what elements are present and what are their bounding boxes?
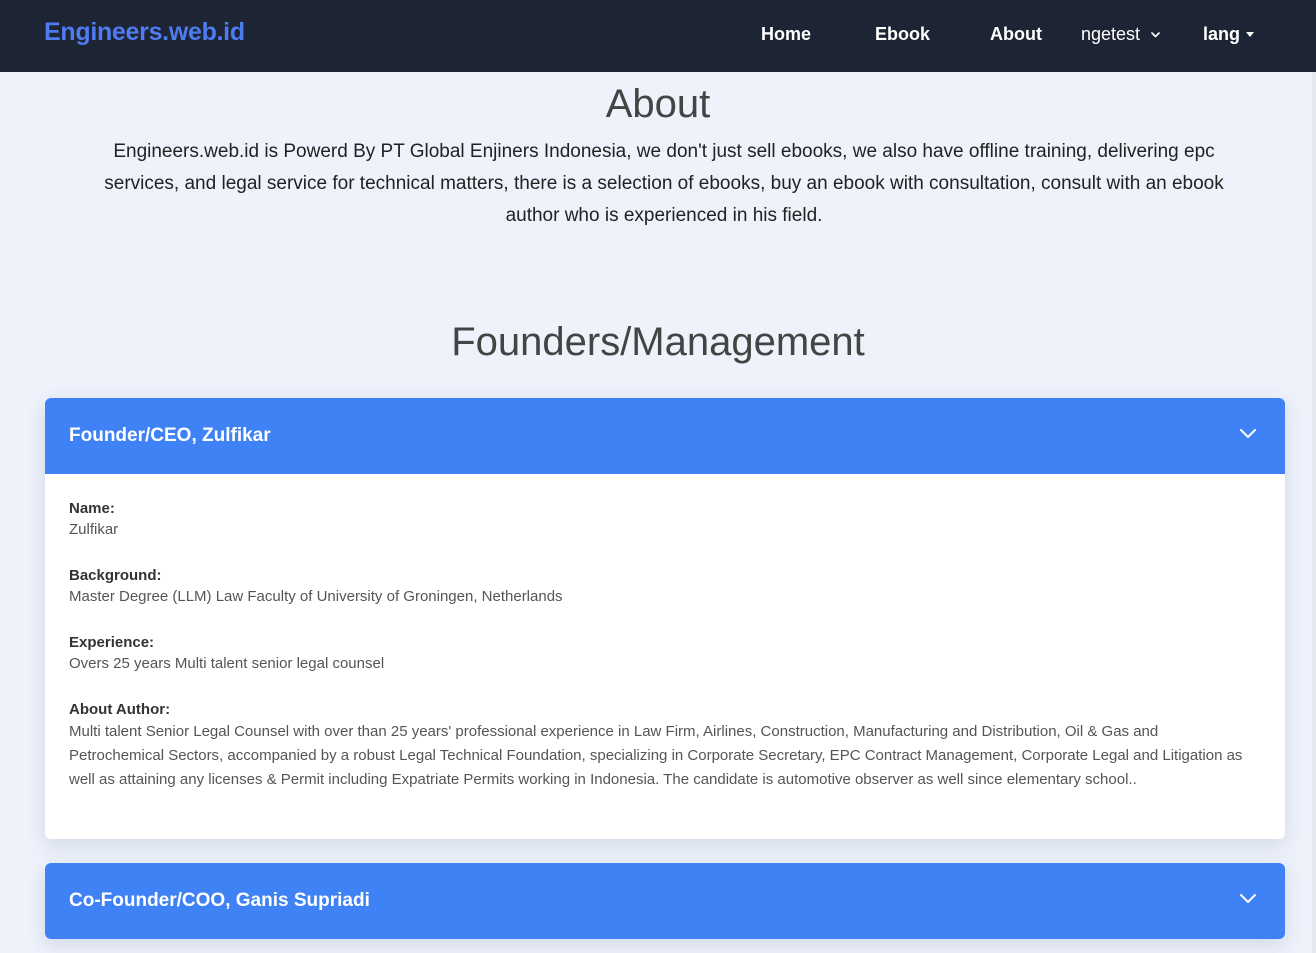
caret-down-icon (1246, 32, 1255, 37)
chevron-down-icon (1240, 429, 1256, 438)
founder-card-ceo: Founder/CEO, Zulfikar Name: Zulfikar Bac… (45, 398, 1285, 839)
founders-title: Founders/Management (451, 320, 865, 364)
about-title: About (605, 82, 711, 126)
user-dropdown-label: ngetest (1081, 24, 1141, 44)
name-label: Name: (69, 500, 115, 517)
brand-logo-link[interactable]: Engineers.web.id (44, 18, 245, 47)
lang-dropdown-label: lang (1203, 24, 1241, 44)
founder-card-coo: Co-Founder/COO, Ganis Supriadi (45, 863, 1285, 939)
about-author-label: About Author: (69, 701, 171, 718)
chevron-down-icon (1151, 32, 1160, 38)
background-value: Master Degree (LLM) Law Faculty of Unive… (69, 588, 563, 605)
accordion-header-ceo[interactable]: Founder/CEO, Zulfikar (45, 398, 1285, 474)
name-value: Zulfikar (69, 521, 119, 538)
accordion-body-ceo: Name: Zulfikar Background: Master Degree… (69, 498, 1249, 817)
experience-value: Overs 25 years Multi talent senior legal… (69, 655, 385, 672)
chevron-down-icon (1240, 894, 1256, 903)
background-label: Background: (69, 567, 162, 584)
experience-label: Experience: (69, 634, 155, 651)
user-dropdown[interactable]: ngetest (1081, 24, 1160, 45)
accordion-title: Founder/CEO, Zulfikar (69, 425, 271, 446)
accordion-title: Co-Founder/COO, Ganis Supriadi (69, 890, 370, 911)
lang-dropdown[interactable]: lang (1203, 24, 1255, 45)
accordion-header-coo[interactable]: Co-Founder/COO, Ganis Supriadi (45, 863, 1285, 939)
page-scrollbar[interactable] (1312, 72, 1316, 953)
top-navbar: Engineers.web.id Home Ebook About ngetes… (0, 0, 1316, 72)
nav-ebook-link[interactable]: Ebook (875, 24, 930, 45)
nav-home-link[interactable]: Home (761, 24, 811, 45)
nav-about-link[interactable]: About (990, 24, 1042, 45)
about-description: Engineers.web.id is Powerd By PT Global … (104, 141, 1224, 226)
about-author-value: Multi talent Senior Legal Counsel with o… (69, 723, 1243, 788)
